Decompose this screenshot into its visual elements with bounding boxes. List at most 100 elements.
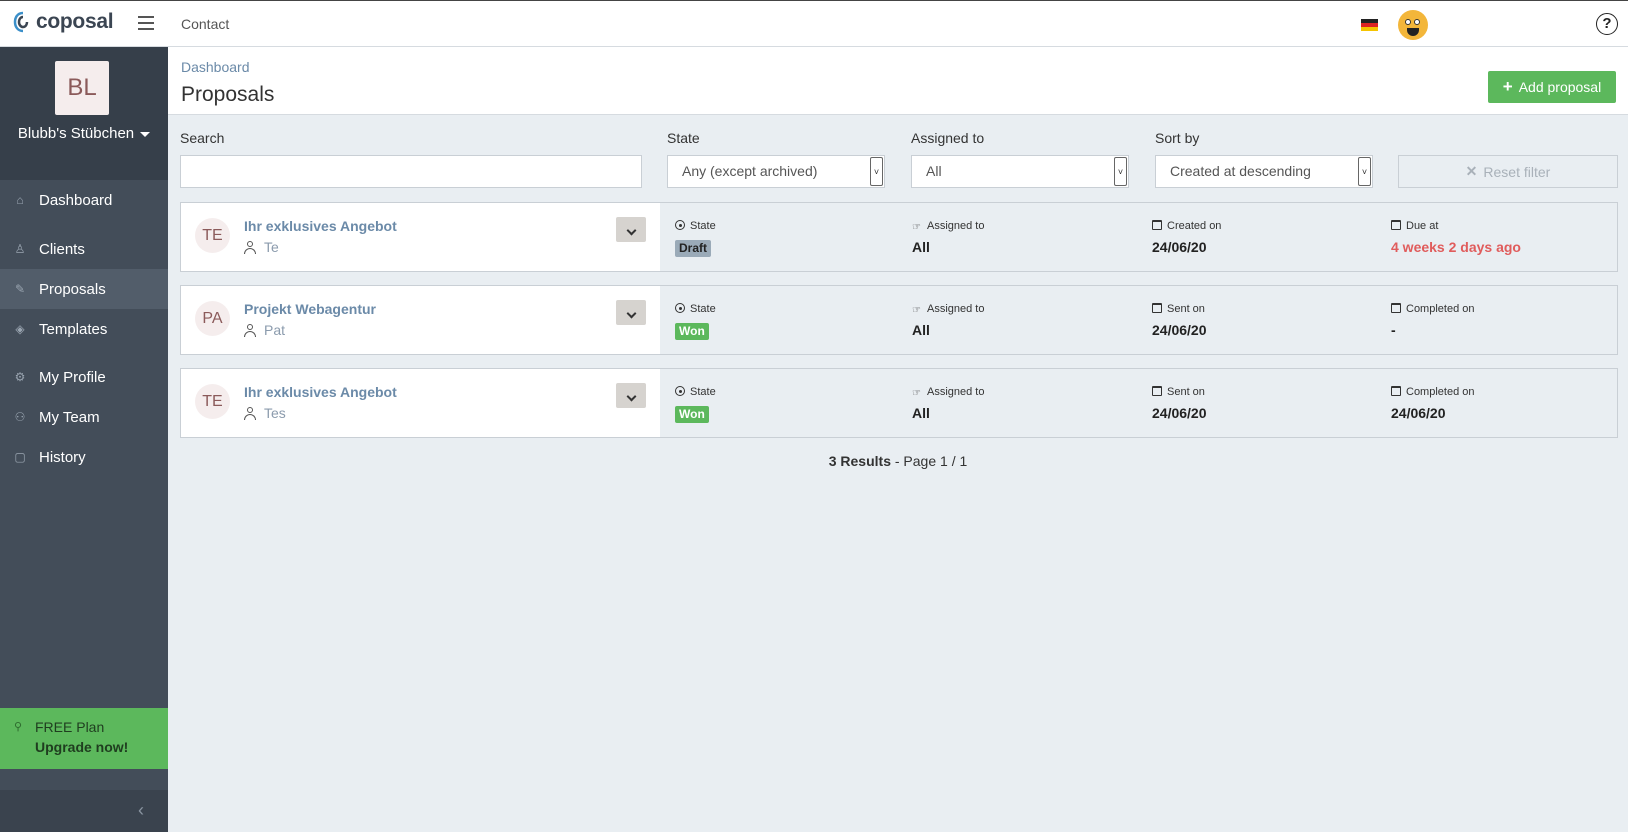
results-count: 3 Results: [828, 453, 891, 469]
date1-value: 24/06/20: [1152, 322, 1207, 338]
assigned-filter-value: All: [926, 163, 942, 179]
help-icon[interactable]: ?: [1596, 13, 1618, 35]
breadcrumb-dashboard[interactable]: Dashboard: [181, 59, 250, 75]
coposal-logo[interactable]: coposal: [12, 10, 114, 34]
add-proposal-button[interactable]: + Add proposal: [1488, 71, 1616, 103]
state-filter-label: State: [667, 130, 700, 146]
client-name: Te: [264, 239, 279, 255]
chevron-down-icon: ˅: [870, 157, 883, 186]
state-value: Won: [675, 405, 709, 423]
person-icon: [244, 323, 256, 337]
proposal-row[interactable]: PA Projekt Webagentur Pat State Won ☞ Ass…: [180, 285, 1618, 355]
close-icon: ✕: [1465, 163, 1478, 179]
assigned-filter-label: Assigned to: [911, 130, 985, 146]
status-badge: Draft: [675, 240, 712, 257]
calendar-icon: [1391, 386, 1401, 396]
upgrade-link[interactable]: Upgrade now!: [35, 739, 128, 755]
sidebar-item-templates[interactable]: ◈ Templates: [0, 309, 168, 349]
proposal-client[interactable]: Tes: [244, 405, 286, 421]
assigned-filter-select[interactable]: All ˅: [911, 155, 1129, 188]
company-switcher[interactable]: Blubb's Stübchen: [0, 125, 168, 142]
date1-value: 24/06/20: [1152, 239, 1207, 255]
reset-filter-label: Reset filter: [1483, 163, 1551, 180]
sidebar-item-clients[interactable]: ♙ Clients: [0, 229, 168, 269]
search-input[interactable]: [180, 155, 642, 188]
sidebar-item-my-profile[interactable]: ⚙ My Profile: [0, 357, 168, 397]
templates-icon: ◈: [15, 322, 25, 336]
sidebar-header: BL Blubb's Stübchen: [0, 47, 168, 180]
proposal-title[interactable]: Ihr exklusives Angebot: [244, 384, 397, 400]
menu-toggle-icon[interactable]: [138, 16, 154, 30]
proposal-avatar: TE: [195, 218, 230, 253]
proposal-summary: TE Ihr exklusives Angebot Tes: [181, 369, 660, 437]
proposal-row[interactable]: TE Ihr exklusives Angebot Tes State Won …: [180, 368, 1618, 438]
assigned-label: ☞ Assigned to: [912, 386, 985, 399]
collapse-sidebar-icon[interactable]: ‹: [138, 800, 144, 821]
status-badge: Won: [675, 323, 709, 340]
company-name: Blubb's Stübchen: [17, 125, 135, 142]
sidebar-item-my-team[interactable]: ⚇ My Team: [0, 397, 168, 437]
proposal-title[interactable]: Ihr exklusives Angebot: [244, 218, 397, 234]
sidebar-item-label: Clients: [39, 240, 85, 258]
page-indicator: - Page 1 / 1: [890, 453, 968, 469]
plus-icon: +: [1502, 77, 1513, 96]
state-icon: [675, 386, 685, 396]
sidebar-item-label: My Team: [39, 408, 100, 426]
proposal-actions-dropdown[interactable]: [616, 300, 646, 325]
assigned-value: All: [912, 322, 930, 338]
sidebar-item-label: Dashboard: [39, 191, 113, 209]
date2-label: Due at: [1391, 220, 1438, 232]
state-label: State: [675, 303, 716, 315]
proposal-summary: TE Ihr exklusives Angebot Te: [181, 203, 660, 271]
chevron-down-icon: [626, 391, 636, 402]
top-bar: coposal Contact ?: [0, 0, 1628, 47]
language-flag-icon[interactable]: [1361, 19, 1378, 31]
reset-filter-button[interactable]: ✕ Reset filter: [1398, 155, 1618, 188]
thumb-icon: ☞: [912, 388, 921, 399]
page-title: Proposals: [181, 83, 275, 106]
date2-value: 4 weeks 2 days ago: [1391, 239, 1521, 255]
upgrade-banner[interactable]: ⚲ FREE Plan Upgrade now!: [0, 708, 168, 769]
person-icon: [244, 240, 256, 254]
sort-select[interactable]: Created at descending ˅: [1155, 155, 1373, 188]
proposal-actions-dropdown[interactable]: [616, 383, 646, 408]
state-filter-value: Any (except archived): [682, 163, 818, 179]
logo-mark-icon: [13, 11, 29, 33]
proposal-client[interactable]: Pat: [244, 322, 285, 338]
proposal-avatar: TE: [195, 384, 230, 419]
history-icon: ▢: [14, 450, 26, 464]
date2-label: Completed on: [1391, 303, 1475, 315]
state-label: State: [675, 386, 716, 398]
contact-link[interactable]: Contact: [181, 16, 229, 32]
date2-value: 24/06/20: [1391, 405, 1446, 421]
proposal-actions-dropdown[interactable]: [616, 217, 646, 242]
state-filter-select[interactable]: Any (except archived) ˅: [667, 155, 885, 188]
assigned-label: ☞ Assigned to: [912, 303, 985, 316]
client-name: Pat: [264, 322, 286, 338]
state-icon: [675, 220, 685, 230]
sidebar-item-label: Proposals: [39, 280, 106, 298]
date2-value: -: [1391, 322, 1396, 338]
assigned-value: All: [912, 405, 930, 421]
page-header: Dashboard Proposals + Add proposal: [168, 47, 1628, 115]
person-icon: [244, 406, 256, 420]
proposal-title[interactable]: Projekt Webagentur: [244, 301, 376, 317]
sidebar-item-proposals[interactable]: ✎ Proposals: [0, 269, 168, 309]
caret-down-icon: [140, 131, 151, 137]
sidebar-item-dashboard[interactable]: ⌂ Dashboard: [0, 180, 168, 220]
calendar-icon: [1152, 220, 1162, 230]
thumb-icon: ☞: [912, 305, 921, 316]
proposal-row[interactable]: TE Ihr exklusives Angebot Te State Draft…: [180, 202, 1618, 272]
state-label: State: [675, 220, 716, 232]
user-avatar[interactable]: [1398, 10, 1428, 40]
chevron-down-icon: ˅: [1358, 157, 1371, 186]
sidebar-item-label: Templates: [39, 320, 108, 338]
date1-value: 24/06/20: [1152, 405, 1207, 421]
assigned-label: ☞ Assigned to: [912, 220, 985, 233]
calendar-icon: [1152, 386, 1162, 396]
chevron-down-icon: [626, 308, 636, 319]
chevron-down-icon: [626, 225, 636, 236]
proposal-client[interactable]: Te: [244, 239, 279, 255]
sidebar-item-history[interactable]: ▢ History: [0, 437, 168, 477]
clients-icon: ♙: [14, 242, 26, 256]
